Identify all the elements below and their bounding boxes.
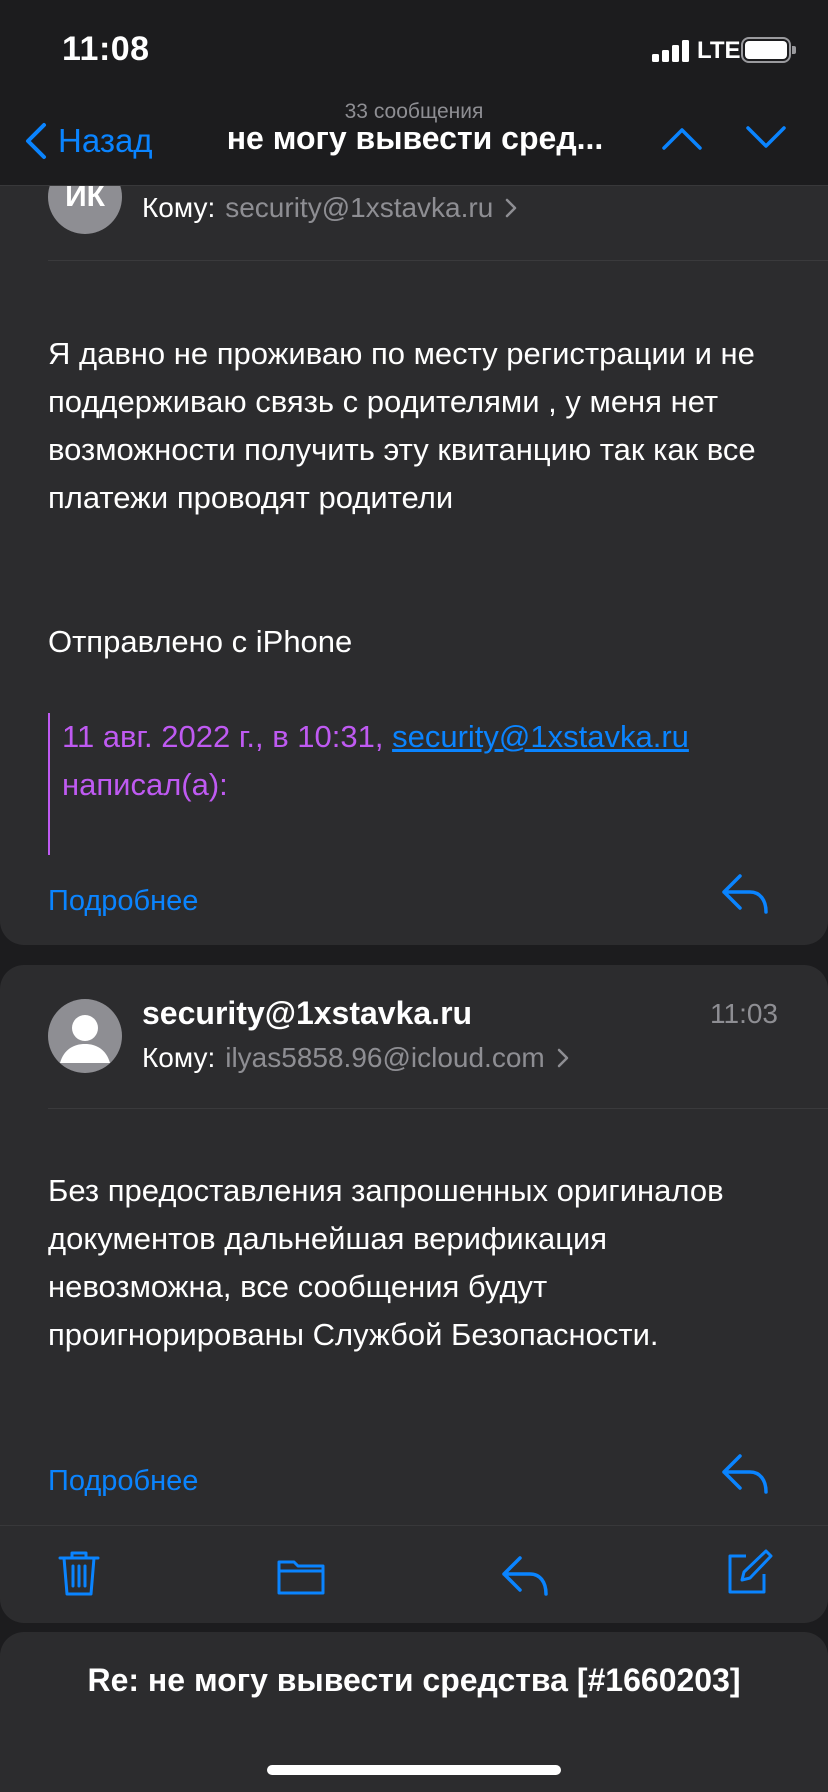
- home-indicator: [267, 1765, 561, 1775]
- status-time: 11:08: [62, 30, 150, 68]
- draft-title[interactable]: Re: не могу вывести средства [#1660203]: [0, 1662, 828, 1699]
- message-signature: Отправлено с iPhone: [48, 624, 353, 659]
- bottom-toolbar: [0, 1525, 828, 1623]
- reply-icon[interactable]: [720, 1452, 770, 1496]
- message-time: 11:03: [710, 998, 778, 1029]
- avatar[interactable]: [48, 999, 122, 1073]
- mail-thread-screen: ИК Кому: security@1xstavka.ru Я давно не…: [0, 0, 828, 1792]
- message-card-1: ИК Кому: security@1xstavka.ru Я давно не…: [0, 140, 828, 945]
- chevron-right-icon: [557, 1048, 568, 1068]
- signal-icon: [652, 40, 690, 62]
- sender-address[interactable]: security@1xstavka.ru: [142, 995, 472, 1032]
- header-divider: [48, 1108, 828, 1109]
- folder-icon[interactable]: [276, 1556, 326, 1596]
- chevron-left-icon: [26, 123, 46, 159]
- trash-icon[interactable]: [56, 1548, 102, 1598]
- header-divider: [48, 260, 828, 261]
- recipient-row[interactable]: Кому: ilyas5858.96@icloud.com: [142, 1042, 569, 1074]
- back-label: Назад: [58, 122, 153, 159]
- draft-bar[interactable]: Re: не могу вывести средства [#1660203]: [0, 1632, 828, 1792]
- to-label: Кому:: [142, 192, 216, 223]
- recipient-row[interactable]: Кому: security@1xstavka.ru: [142, 192, 517, 224]
- message-body: Я давно не проживаю по месту регистрации…: [48, 336, 756, 515]
- to-label: Кому:: [142, 1042, 216, 1073]
- chevron-right-icon: [506, 198, 517, 218]
- recipient-address: security@1xstavka.ru: [225, 192, 494, 223]
- chevron-down-icon[interactable]: [744, 122, 788, 152]
- quote-email-link[interactable]: security@1xstavka.ru: [392, 719, 689, 754]
- compose-icon[interactable]: [724, 1548, 774, 1598]
- recipient-address: ilyas5858.96@icloud.com: [225, 1042, 545, 1073]
- reply-icon[interactable]: [720, 872, 770, 916]
- status-bar: 11:08 LTE: [0, 0, 828, 100]
- thread-title: не могу вывести сред...: [226, 120, 604, 156]
- quote-date: 11 авг. 2022 г., в 10:31,: [62, 719, 384, 754]
- back-button[interactable]: Назад: [24, 116, 153, 166]
- battery-icon: [741, 37, 796, 63]
- message-card-2: security@1xstavka.ru 11:03 Кому: ilyas58…: [0, 965, 828, 1525]
- reply-icon[interactable]: [500, 1554, 550, 1598]
- more-details-link[interactable]: Подробнее: [48, 885, 198, 918]
- quoted-header: 11 авг. 2022 г., в 10:31, security@1xsta…: [48, 713, 788, 855]
- quote-wrote: написал(а):: [62, 767, 228, 802]
- message-body: Без предоставления запрошенных оригинало…: [48, 1173, 724, 1352]
- navigation-bar: 33 сообщения Назад не могу вывести сред.…: [0, 100, 828, 186]
- chevron-up-icon[interactable]: [660, 122, 704, 152]
- more-details-link[interactable]: Подробнее: [48, 1465, 198, 1498]
- network-type: LTE: [697, 37, 741, 64]
- person-icon: [60, 1015, 110, 1063]
